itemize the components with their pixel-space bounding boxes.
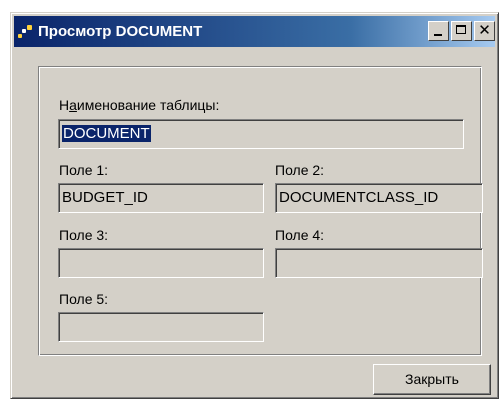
window-title: Просмотр DOCUMENT (38, 23, 203, 40)
field-5-input[interactable] (58, 312, 264, 342)
table-name-field[interactable]: DOCUMENT (58, 119, 464, 149)
field-4-input[interactable] (275, 248, 483, 278)
field-2-input[interactable]: DOCUMENTCLASS_ID (275, 183, 483, 213)
field-2-label: Поле 2: (275, 162, 325, 178)
app-icon (18, 24, 34, 40)
field-5-label: Поле 5: (59, 291, 109, 307)
close-button[interactable]: Закрыть (373, 364, 491, 395)
field-1-input[interactable]: BUDGET_ID (58, 183, 264, 213)
fields-group: Наименование таблицы: DOCUMENT Поле 1: B… (38, 66, 483, 356)
field-3-input[interactable] (58, 248, 264, 278)
maximize-button[interactable] (451, 21, 472, 41)
field-4-label: Поле 4: (275, 227, 325, 243)
close-window-button[interactable]: ✕ (474, 21, 495, 41)
field-3-label: Поле 3: (59, 227, 109, 243)
view-dialog: Просмотр DOCUMENT ✕ Наименование таблицы… (10, 12, 499, 399)
minimize-button[interactable] (428, 21, 449, 41)
field-1-label: Поле 1: (59, 162, 109, 178)
title-bar[interactable]: Просмотр DOCUMENT ✕ (14, 16, 495, 47)
table-name-label: Наименование таблицы: (59, 97, 220, 113)
